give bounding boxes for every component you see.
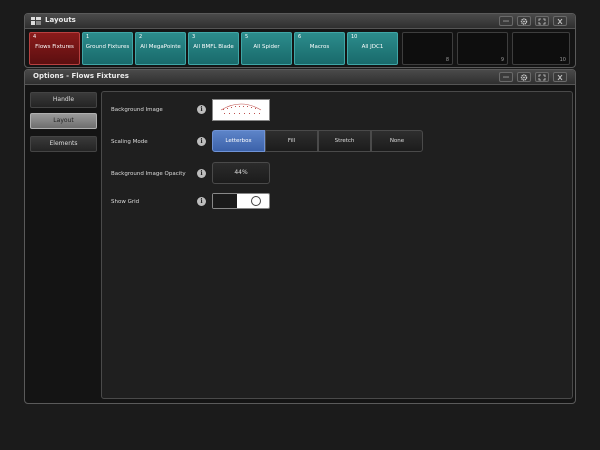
dots-icon <box>503 20 509 22</box>
options-menu-button[interactable] <box>499 72 513 82</box>
scaling-mode-label: Scaling Mode <box>111 139 148 145</box>
slot-label: Macros <box>309 44 330 50</box>
options-window: Options - Flows Fixtures Handle Layout E… <box>24 69 576 404</box>
slot-number: 10 <box>559 57 566 63</box>
layout-options-panel: Background Image i Scaling Mode i Letter… <box>101 91 573 399</box>
layout-slot[interactable]: 3 All BMFL Blade <box>188 32 239 65</box>
slot-label: All Spider <box>253 44 280 50</box>
layouts-title: Layouts <box>45 16 76 24</box>
toggle-knob <box>251 196 261 206</box>
opacity-label: Background Image Opacity <box>111 171 186 177</box>
background-thumbnail-image <box>220 103 262 114</box>
show-grid-label: Show Grid <box>111 199 140 205</box>
expand-icon <box>538 74 546 81</box>
layout-slot[interactable]: 10 All JDC1 <box>347 32 398 65</box>
layout-strip: 4 Flows Fixtures 1 Ground Fixtures 2 All… <box>29 32 571 65</box>
opacity-value-field[interactable]: 44% <box>212 162 270 184</box>
options-settings-button[interactable] <box>517 72 531 82</box>
options-expand-button[interactable] <box>535 72 549 82</box>
gear-icon <box>520 74 528 81</box>
scaling-none-button[interactable]: None <box>371 130 423 152</box>
slot-number: 3 <box>192 34 196 40</box>
layouts-window: Layouts 4 Flows Fixtures 1 Ground Fixtur… <box>24 13 576 68</box>
sidebar-item-elements[interactable]: Elements <box>30 136 97 152</box>
layout-slot-empty[interactable]: 10 <box>512 32 570 65</box>
close-icon <box>557 18 563 25</box>
background-image-label: Background Image <box>111 107 163 113</box>
info-icon[interactable]: i <box>197 137 206 146</box>
slot-label: Flows Fixtures <box>35 44 74 50</box>
scaling-letterbox-button[interactable]: Letterbox <box>212 130 265 152</box>
layout-slot[interactable]: 4 Flows Fixtures <box>29 32 80 65</box>
dots-icon <box>503 76 509 78</box>
layout-slot[interactable]: 5 All Spider <box>241 32 292 65</box>
options-titlebar[interactable]: Options - Flows Fixtures <box>25 70 575 85</box>
slot-label: All MegaPointe <box>140 44 181 50</box>
slot-number: 4 <box>33 34 37 40</box>
expand-icon <box>538 18 546 25</box>
layout-slot[interactable]: 2 All MegaPointe <box>135 32 186 65</box>
layouts-expand-button[interactable] <box>535 16 549 26</box>
slot-number: 1 <box>86 34 90 40</box>
scaling-fill-button[interactable]: Fill <box>265 130 318 152</box>
slot-number: 10 <box>351 34 358 40</box>
slot-label: All JDC1 <box>361 44 384 50</box>
slot-label: Ground Fixtures <box>85 44 130 50</box>
show-grid-toggle[interactable] <box>212 193 270 209</box>
info-icon[interactable]: i <box>197 169 206 178</box>
sidebar-item-handle[interactable]: Handle <box>30 92 97 108</box>
options-title: Options - Flows Fixtures <box>33 72 129 80</box>
info-icon[interactable]: i <box>197 105 206 114</box>
scaling-stretch-button[interactable]: Stretch <box>318 130 371 152</box>
slot-number: 6 <box>298 34 302 40</box>
layout-slot-empty[interactable]: 9 <box>457 32 508 65</box>
slot-number: 5 <box>245 34 249 40</box>
info-icon[interactable]: i <box>197 197 206 206</box>
slot-number: 2 <box>139 34 143 40</box>
layout-slot[interactable]: 6 Macros <box>294 32 345 65</box>
options-close-button[interactable] <box>553 72 567 82</box>
sidebar-item-layout[interactable]: Layout <box>30 113 97 129</box>
slot-label: All BMFL Blade <box>193 44 234 50</box>
close-icon <box>557 74 563 81</box>
slot-number: 9 <box>500 57 504 63</box>
layouts-settings-button[interactable] <box>517 16 531 26</box>
background-image-preview[interactable] <box>212 99 270 121</box>
gear-icon <box>520 18 528 25</box>
layout-slot-empty[interactable]: 8 <box>402 32 453 65</box>
layouts-titlebar[interactable]: Layouts <box>25 14 575 29</box>
layouts-close-button[interactable] <box>553 16 567 26</box>
toggle-off-segment <box>213 194 237 208</box>
layouts-app-icon <box>31 17 41 25</box>
slot-number: 8 <box>445 57 449 63</box>
layouts-menu-button[interactable] <box>499 16 513 26</box>
layout-slot[interactable]: 1 Ground Fixtures <box>82 32 133 65</box>
